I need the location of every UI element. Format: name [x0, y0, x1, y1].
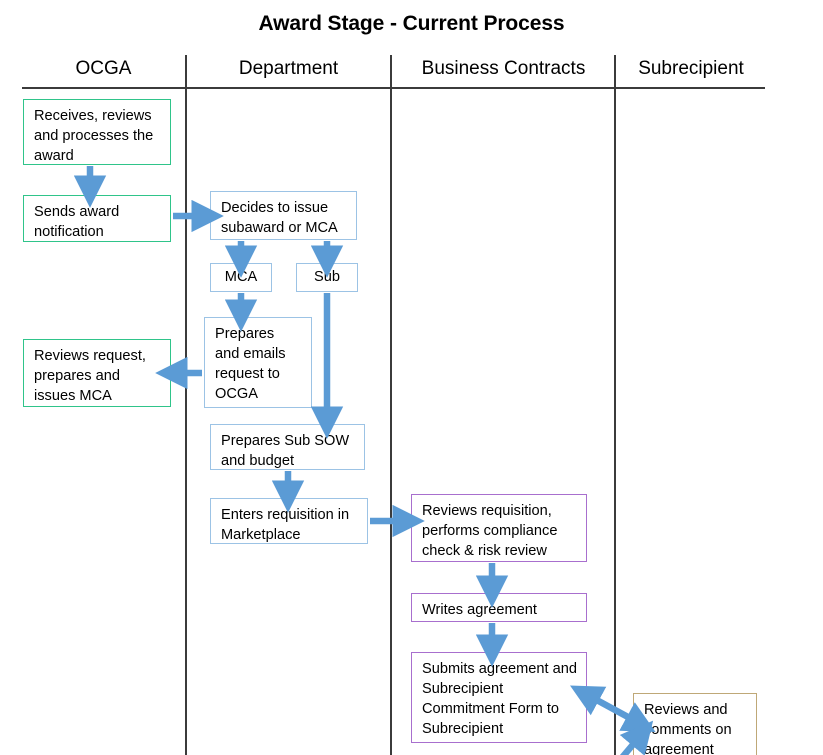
- header-rule: [22, 87, 765, 89]
- lane-header-ocga: OCGA: [75, 58, 132, 79]
- diagram-canvas: Award Stage - Current Process OCGA Depar…: [0, 0, 823, 755]
- lane-header-department: Department: [238, 58, 339, 79]
- node-dept-sub[interactable]: Sub: [296, 263, 358, 292]
- lane-divider-1: [185, 55, 187, 755]
- node-dept-decides-issue[interactable]: Decides to issue subaward or MCA: [210, 191, 357, 240]
- lane-divider-3: [614, 55, 616, 755]
- node-bc-reviews-requisition[interactable]: Reviews requisition, performs compliance…: [411, 494, 587, 562]
- node-dept-prepares-emails-request[interactable]: Prepares and emails request to OCGA: [204, 317, 312, 408]
- node-bc-writes-agreement[interactable]: Writes agreement: [411, 593, 587, 622]
- node-dept-enters-requisition[interactable]: Enters requisition in Marketplace: [210, 498, 368, 544]
- node-dept-prepares-sub-sow[interactable]: Prepares Sub SOW and budget: [210, 424, 365, 470]
- node-ocga-sends-award-notification[interactable]: Sends award notification: [23, 195, 171, 242]
- page-title: Award Stage - Current Process: [258, 12, 565, 35]
- lane-header-business-contracts: Business Contracts: [421, 58, 586, 79]
- node-sub-reviews-comments[interactable]: Reviews and comments on agreement: [633, 693, 757, 755]
- node-ocga-receives[interactable]: Receives, reviews and processes the awar…: [23, 99, 171, 165]
- lane-header-subrecipient: Subrecipient: [638, 58, 744, 79]
- node-dept-mca[interactable]: MCA: [210, 263, 272, 292]
- lane-divider-2: [390, 55, 392, 755]
- arrow-bc-submits-to-subrecipient: [570, 685, 656, 733]
- node-bc-submits-agreement[interactable]: Submits agreement and Subrecipient Commi…: [411, 652, 587, 743]
- node-ocga-reviews-request[interactable]: Reviews request, prepares and issues MCA: [23, 339, 171, 407]
